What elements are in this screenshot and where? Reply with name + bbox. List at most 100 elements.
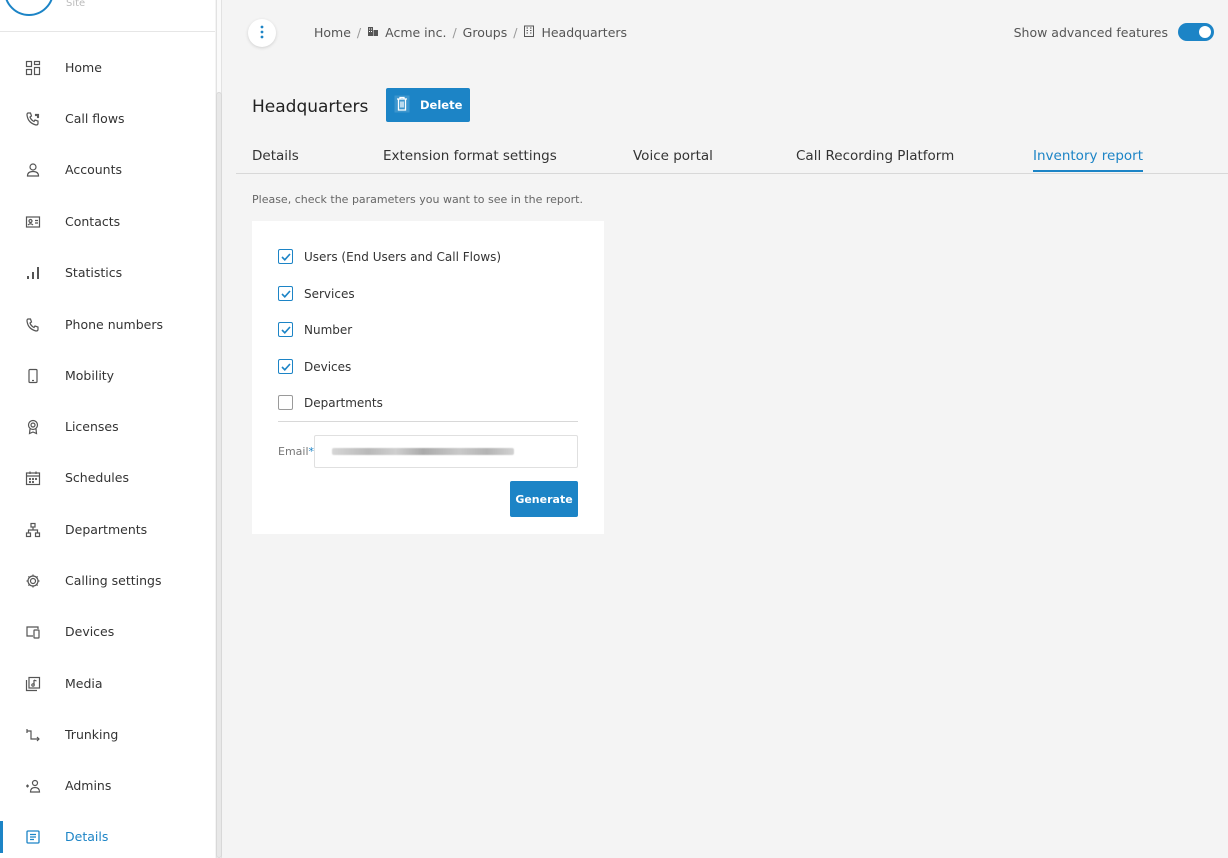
breadcrumb-separator: /: [356, 25, 362, 40]
vertical-dots-icon: [259, 24, 265, 43]
sidebar-item-calling-settings[interactable]: Calling settings: [0, 555, 216, 606]
tab-inventory-report[interactable]: Inventory report: [1033, 148, 1144, 172]
call-flow-icon: [24, 110, 42, 128]
breadcrumb-separator: /: [513, 25, 518, 40]
tab-voice-portal[interactable]: Voice portal: [633, 148, 713, 164]
details-list-icon: [24, 828, 42, 846]
option-label: Departments: [304, 395, 383, 410]
breadcrumb-separator: /: [452, 25, 457, 40]
sidebar-item-label: Contacts: [65, 214, 121, 229]
advanced-features-control: Show advanced features: [1014, 23, 1214, 41]
brand-logo: [4, 0, 54, 16]
sidebar-item-phone-numbers[interactable]: Phone numbers: [0, 299, 216, 350]
tab-details[interactable]: Details: [252, 148, 299, 164]
sidebar-item-admins[interactable]: Admins: [0, 760, 216, 811]
sidebar-item-statistics[interactable]: Statistics: [0, 247, 216, 298]
breadcrumb-groups[interactable]: Groups: [463, 25, 508, 40]
sidebar-item-trunking[interactable]: Trunking: [0, 709, 216, 760]
option-label: Number: [304, 322, 353, 337]
calendar-icon: [24, 469, 42, 487]
media-icon: [24, 675, 42, 693]
devices-icon: [24, 623, 42, 641]
breadcrumb: Home / Acme inc. / Groups / Headquarters: [314, 25, 627, 40]
option-number[interactable]: Number: [278, 322, 352, 337]
sidebar-item-label: Calling settings: [65, 573, 162, 588]
sidebar-item-label: Devices: [65, 624, 115, 639]
advanced-features-label: Show advanced features: [1013, 24, 1168, 40]
option-departments[interactable]: Departments: [278, 395, 383, 410]
brand-header: Site: [0, 0, 216, 32]
org-chart-icon: [24, 521, 42, 539]
sidebar-item-label: Home: [65, 60, 102, 75]
breadcrumb-home[interactable]: Home: [314, 25, 351, 40]
sidebar-item-label: Details: [65, 829, 109, 844]
inventory-report-card: Users (End Users and Call Flows) Service…: [252, 221, 604, 534]
building-icon: [367, 25, 379, 40]
checkbox-checked[interactable]: [278, 322, 293, 337]
sidebar: Site Home Call flows Accounts Contacts S…: [0, 0, 216, 858]
sidebar-item-departments[interactable]: Departments: [0, 504, 216, 555]
sidebar-item-call-flows[interactable]: Call flows: [0, 93, 216, 144]
sidebar-scrollbar[interactable]: [215, 0, 223, 858]
checkbox-checked[interactable]: [278, 249, 293, 264]
gear-icon: [24, 572, 42, 590]
sidebar-item-accounts[interactable]: Accounts: [0, 144, 216, 195]
sidebar-item-label: Statistics: [65, 265, 123, 280]
breadcrumb-organization[interactable]: Acme inc.: [385, 25, 446, 40]
phone-icon: [24, 316, 42, 334]
delete-button[interactable]: Delete: [386, 88, 470, 122]
contact-card-icon: [24, 213, 42, 231]
report-hint: Please, check the parameters you want to…: [252, 193, 583, 206]
sidebar-item-contacts[interactable]: Contacts: [0, 196, 216, 247]
more-menu-button[interactable]: [248, 19, 276, 47]
delete-button-label: Delete: [420, 98, 463, 112]
sidebar-item-details[interactable]: Details: [0, 811, 216, 858]
option-devices[interactable]: Devices: [278, 359, 351, 374]
sidebar-item-label: Departments: [65, 522, 148, 537]
generate-button[interactable]: Generate: [510, 481, 578, 517]
sidebar-item-label: Call flows: [65, 111, 125, 126]
option-label: Devices: [304, 359, 352, 374]
sidebar-item-schedules[interactable]: Schedules: [0, 452, 216, 503]
sidebar-item-devices[interactable]: Devices: [0, 606, 216, 657]
sidebar-item-label: Schedules: [65, 470, 129, 485]
toggle-knob: [1199, 26, 1211, 38]
sidebar-item-licenses[interactable]: Licenses: [0, 401, 216, 452]
sidebar-item-home[interactable]: Home: [0, 42, 216, 93]
sidebar-item-label: Media: [65, 676, 103, 691]
bar-chart-icon: [24, 264, 42, 282]
checkbox-checked[interactable]: [278, 359, 293, 374]
sidebar-item-label: Admins: [65, 778, 112, 793]
tab-extension-format-settings[interactable]: Extension format settings: [383, 148, 557, 164]
sidebar-item-label: Trunking: [65, 727, 119, 742]
option-users[interactable]: Users (End Users and Call Flows): [278, 249, 501, 264]
dashboard-grid-icon: [24, 59, 42, 77]
divider: [278, 421, 578, 422]
scrollbar-thumb[interactable]: [216, 92, 222, 858]
checkbox-checked[interactable]: [278, 286, 293, 301]
office-building-icon: [523, 25, 535, 40]
sidebar-item-mobility[interactable]: Mobility: [0, 350, 216, 401]
option-label: Services: [304, 286, 355, 301]
option-services[interactable]: Services: [278, 286, 355, 301]
email-redacted-value: [332, 448, 514, 455]
page-title: Headquarters: [252, 97, 369, 117]
tab-call-recording-platform[interactable]: Call Recording Platform: [796, 148, 954, 164]
license-badge-icon: [24, 418, 42, 436]
trunk-icon: [24, 726, 42, 744]
admin-icon: [24, 777, 42, 795]
sidebar-item-label: Accounts: [65, 162, 122, 177]
option-label: Users (End Users and Call Flows): [304, 249, 502, 264]
sidebar-item-label: Phone numbers: [65, 317, 163, 332]
sidebar-item-label: Licenses: [65, 419, 119, 434]
brand-subtitle: Site: [66, 0, 86, 9]
breadcrumb-current: Headquarters: [541, 25, 628, 40]
tab-bar: Details Extension format settings Voice …: [236, 140, 1228, 174]
sidebar-item-label: Mobility: [65, 368, 115, 383]
email-label: Email*: [278, 445, 315, 458]
trash-icon: [394, 95, 410, 116]
checkbox-unchecked[interactable]: [278, 395, 293, 410]
sidebar-item-media[interactable]: Media: [0, 658, 216, 709]
user-icon: [24, 161, 42, 179]
advanced-features-toggle[interactable]: [1178, 23, 1214, 41]
